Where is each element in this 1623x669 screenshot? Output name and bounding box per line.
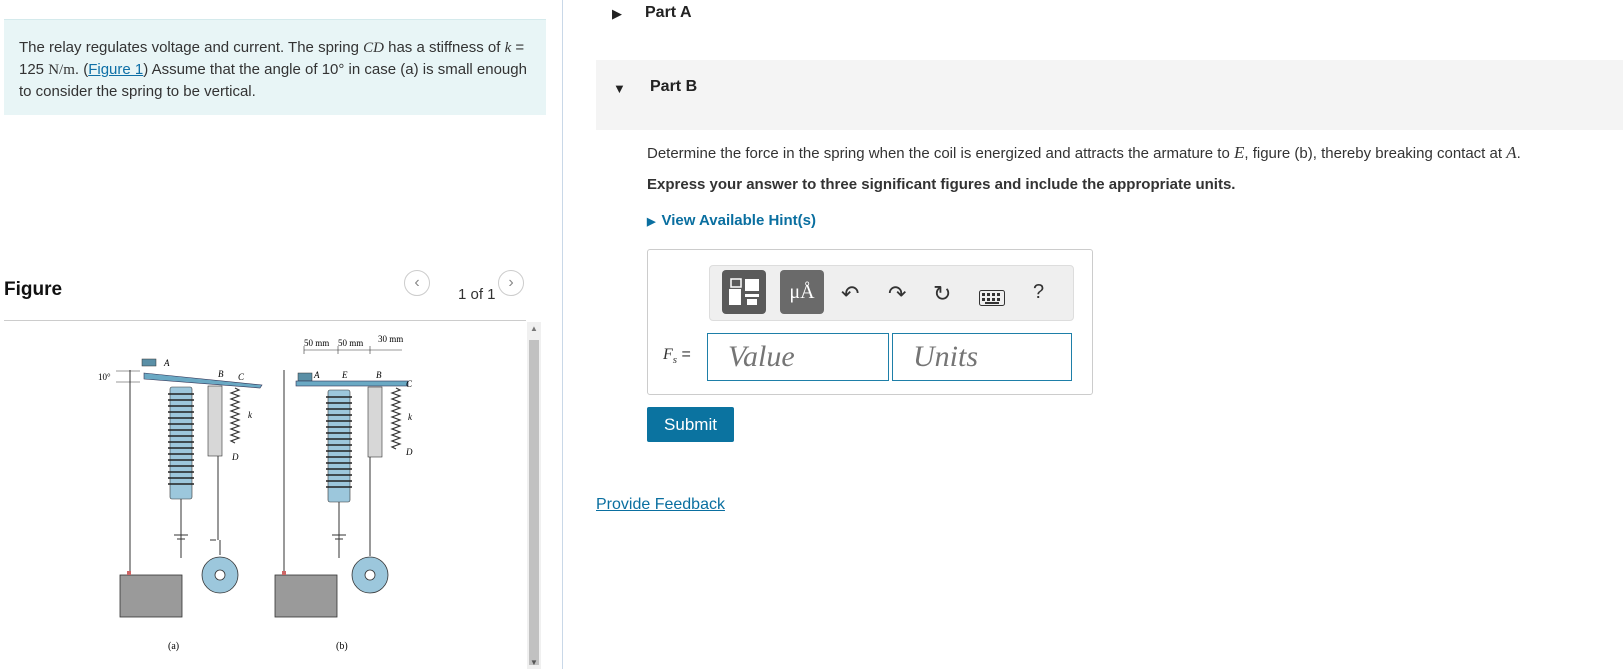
help-icon[interactable]: ?: [1033, 281, 1044, 304]
scroll-down-icon[interactable]: ▼: [530, 658, 538, 667]
spring: [229, 387, 241, 444]
svg-text:B: B: [376, 370, 382, 380]
keyboard-icon[interactable]: [979, 286, 1005, 312]
part-b-title: Part B: [650, 78, 698, 95]
svg-text:50 mm: 50 mm: [304, 338, 329, 348]
submit-button[interactable]: Submit: [647, 407, 734, 442]
instruction-text: Express your answer to three significant…: [647, 176, 1236, 193]
figure-link[interactable]: Figure 1: [88, 61, 143, 78]
svg-text:B: B: [218, 369, 224, 379]
battery: [119, 574, 183, 618]
svg-text:D: D: [405, 447, 413, 457]
caret-right-icon: ▶: [647, 216, 656, 228]
reset-icon[interactable]: ↻: [933, 281, 951, 307]
contact-a: [141, 358, 157, 367]
part-b-header[interactable]: [596, 60, 1623, 130]
angle-label: 10°: [98, 372, 111, 382]
problem-statement: The relay regulates voltage and current.…: [4, 19, 546, 115]
svg-text:D: D: [231, 452, 239, 462]
svg-text:C: C: [238, 372, 245, 382]
column-divider: [562, 0, 563, 669]
figure-scrollbar-thumb[interactable]: [529, 340, 539, 665]
units-input[interactable]: [892, 333, 1072, 381]
provide-feedback-link[interactable]: Provide Feedback: [596, 496, 725, 514]
svg-text:30 mm: 30 mm: [378, 334, 403, 344]
value-input[interactable]: [707, 333, 889, 381]
case-a-label: (a): [168, 641, 179, 652]
figure-title: Figure: [4, 279, 63, 300]
relay-case-b: 50 mm 50 mm 30 mm A E B C k D (b): [274, 334, 413, 652]
scroll-up-icon[interactable]: ▲: [530, 324, 538, 333]
part-a-header[interactable]: Part A: [645, 4, 692, 22]
units-icon: μÅ: [789, 280, 815, 303]
var-cd: CD: [363, 40, 384, 56]
chevron-right-icon: ›: [508, 274, 514, 291]
svg-text:E: E: [341, 370, 348, 380]
armature: [143, 372, 263, 389]
case-b-label: (b): [336, 641, 348, 652]
spring-housing: [207, 385, 223, 457]
coil: [169, 386, 193, 500]
relay-case-a: 10° A B C k D (a): [98, 358, 263, 652]
view-hints-link[interactable]: ▶ View Available Hint(s): [647, 212, 816, 229]
figure-next-button[interactable]: ›: [498, 270, 524, 296]
figure-pager: 1 of 1: [458, 286, 496, 303]
svg-text:50 mm: 50 mm: [338, 338, 363, 348]
units-button[interactable]: μÅ: [780, 270, 824, 314]
armature-b: [295, 380, 409, 387]
answer-label: Fs =: [663, 346, 691, 367]
undo-icon[interactable]: ↶: [841, 281, 859, 307]
caret-right-icon[interactable]: ▶: [612, 6, 622, 22]
svg-text:k: k: [248, 410, 253, 420]
svg-text:A: A: [163, 358, 170, 368]
svg-text:C: C: [406, 379, 413, 389]
templates-button[interactable]: [722, 270, 766, 314]
relay-figure: 10° A B C k D (a) 50 mm 50 mm 30 mm A E …: [98, 334, 413, 652]
svg-text:k: k: [408, 412, 413, 422]
caret-down-icon[interactable]: ▼: [613, 81, 626, 96]
redo-icon[interactable]: ↷: [888, 281, 906, 307]
svg-text:A: A: [313, 370, 320, 380]
unit-nm: N/m: [48, 62, 75, 78]
question-text: Determine the force in the spring when t…: [647, 143, 1521, 162]
figure-prev-button[interactable]: ‹: [404, 270, 430, 296]
figure-divider: [4, 320, 526, 321]
templates-icon: [729, 278, 759, 305]
spring-b: [390, 387, 402, 450]
chevron-left-icon: ‹: [414, 274, 420, 291]
